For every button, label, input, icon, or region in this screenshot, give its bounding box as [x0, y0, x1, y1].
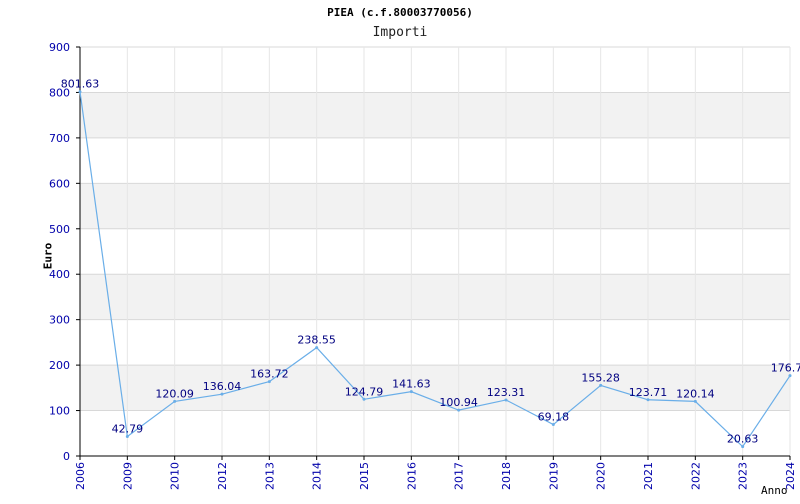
data-label: 120.14	[676, 387, 715, 400]
data-label: 801.63	[61, 78, 100, 91]
x-tick-label: 2021	[642, 462, 655, 490]
data-label: 136.04	[203, 380, 242, 393]
x-tick-label: 2019	[547, 462, 560, 490]
x-tick-label: 2009	[121, 462, 134, 490]
grid-band	[80, 274, 790, 320]
chart-subtitle: Importi	[372, 25, 428, 40]
y-tick-label: 700	[49, 132, 70, 145]
grid-band	[80, 92, 790, 138]
data-label: 69.18	[538, 411, 570, 424]
x-tick-label: 2016	[405, 462, 418, 490]
y-tick-label: 100	[49, 405, 70, 418]
grid-band	[80, 183, 790, 229]
data-label: 20.63	[727, 433, 759, 446]
x-tick-label: 2018	[500, 462, 513, 490]
data-label: 124.79	[345, 385, 384, 398]
data-label: 120.09	[155, 387, 194, 400]
x-tick-label: 2020	[595, 462, 608, 490]
x-tick-label: 2014	[311, 462, 324, 490]
data-label: 42.79	[112, 423, 144, 436]
data-label: 141.63	[392, 378, 431, 391]
data-label: 155.28	[581, 371, 620, 384]
x-axis-label: Anno	[761, 484, 788, 497]
x-ticks: 2006 2009 2010 2012 2013 2014 2015 2016 2017 2018…	[74, 456, 797, 490]
y-tick-label: 200	[49, 359, 70, 372]
y-tick-label: 400	[49, 268, 70, 281]
chart-title: PIEA (c.f.80003770056)	[327, 6, 473, 19]
y-tick-label: 600	[49, 177, 70, 190]
x-tick-label: 2012	[216, 462, 229, 490]
data-label: 123.71	[629, 386, 668, 399]
data-label: 238.55	[297, 334, 336, 347]
x-tick-label: 2023	[737, 462, 750, 490]
chart-container: PIEA (c.f.80003770056) Importi Euro Anno…	[0, 0, 800, 500]
y-tick-label: 500	[49, 223, 70, 236]
y-tick-label: 0	[63, 450, 70, 463]
data-label: 100.94	[439, 396, 478, 409]
y-axis-label: Euro	[41, 242, 55, 270]
data-label: 176.73	[771, 362, 800, 375]
x-tick-label: 2010	[169, 462, 182, 490]
data-label: 163.72	[250, 368, 289, 381]
grid-bands	[80, 92, 790, 411]
x-tick-label: 2017	[453, 462, 466, 490]
x-tick-label: 2006	[74, 462, 87, 490]
x-tick-label: 2022	[689, 462, 702, 490]
y-tick-label: 900	[49, 41, 70, 54]
x-tick-label: 2015	[358, 462, 371, 490]
chart-plot: 01002003004005006007008009002006 2009 2010…	[49, 41, 800, 490]
x-tick-label: 2013	[263, 462, 276, 490]
data-label: 123.31	[487, 386, 526, 399]
y-tick-label: 300	[49, 314, 70, 327]
